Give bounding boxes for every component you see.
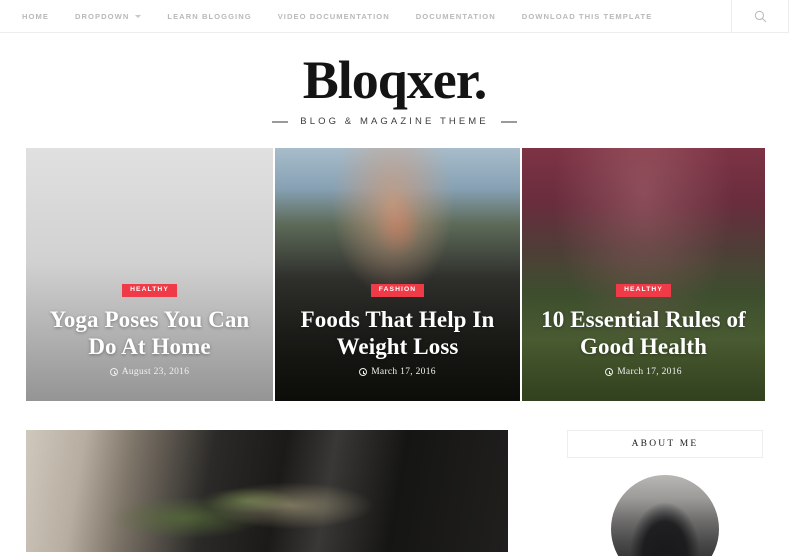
nav-item-home[interactable]: HOME xyxy=(22,12,62,21)
featured-card-meta: March 17, 2016 xyxy=(534,367,753,377)
clock-icon xyxy=(359,368,368,376)
main-menu: HOME DROPDOWN LEARN BLOGGING VIDEO DOCUM… xyxy=(22,12,665,21)
nav-item-video-documentation[interactable]: VIDEO DOCUMENTATION xyxy=(265,12,403,21)
nav-item-label: HOME xyxy=(22,11,49,21)
nav-item-label: LEARN BLOGGING xyxy=(167,11,252,21)
post-featured-image[interactable] xyxy=(26,430,508,552)
featured-card-content: HEALTHY Yoga Poses You Can Do At Home Au… xyxy=(26,278,273,377)
nav-item-documentation[interactable]: DOCUMENTATION xyxy=(403,12,509,21)
nav-item-download-this-template[interactable]: DOWNLOAD THIS TEMPLATE xyxy=(509,12,666,21)
tagline-dash-right-icon xyxy=(500,120,517,123)
category-badge[interactable]: HEALTHY xyxy=(616,283,671,297)
site-tagline-row: BLOG & MAGAZINE THEME xyxy=(0,116,789,127)
clock-icon xyxy=(109,368,118,376)
chevron-down-icon xyxy=(135,15,142,18)
category-badge[interactable]: HEALTHY xyxy=(122,283,177,297)
featured-card[interactable]: HEALTHY 10 Essential Rules of Good Healt… xyxy=(522,148,765,401)
featured-card-title[interactable]: Foods That Help In Weight Loss xyxy=(287,306,508,360)
featured-card-content: FASHION Foods That Help In Weight Loss M… xyxy=(275,278,520,377)
about-me-widget-title: ABOUT ME xyxy=(631,439,699,449)
nav-right-area xyxy=(731,0,789,33)
featured-card-date: March 17, 2016 xyxy=(371,367,436,377)
about-me-widget-header: ABOUT ME xyxy=(567,430,763,458)
featured-card-date: March 17, 2016 xyxy=(617,367,682,377)
search-button[interactable] xyxy=(732,0,788,33)
nav-item-learn-blogging[interactable]: LEARN BLOGGING xyxy=(154,12,264,21)
featured-card-title[interactable]: Yoga Poses You Can Do At Home xyxy=(38,306,261,360)
clock-icon xyxy=(605,368,614,376)
featured-card-content: HEALTHY 10 Essential Rules of Good Healt… xyxy=(522,278,765,377)
featured-card-title[interactable]: 10 Essential Rules of Good Health xyxy=(534,306,753,360)
featured-card[interactable]: FASHION Foods That Help In Weight Loss M… xyxy=(275,148,520,401)
featured-card[interactable]: HEALTHY Yoga Poses You Can Do At Home Au… xyxy=(26,148,273,401)
tagline-dash-left-icon xyxy=(272,120,289,123)
post-list-column xyxy=(26,430,508,556)
category-badge[interactable]: FASHION xyxy=(370,283,425,297)
featured-card-meta: March 17, 2016 xyxy=(287,367,508,377)
about-me-avatar-wrap xyxy=(567,475,763,556)
avatar xyxy=(611,475,719,556)
content-area: ABOUT ME xyxy=(0,430,789,556)
featured-card-meta: August 23, 2016 xyxy=(38,367,261,377)
nav-item-label: VIDEO DOCUMENTATION xyxy=(277,11,390,21)
site-branding: Bloqxer. BLOG & MAGAZINE THEME xyxy=(0,33,789,127)
featured-posts-slider: HEALTHY Yoga Poses You Can Do At Home Au… xyxy=(0,148,789,401)
top-navigation-bar: HOME DROPDOWN LEARN BLOGGING VIDEO DOCUM… xyxy=(0,0,789,33)
site-logo-title[interactable]: Bloqxer. xyxy=(0,53,789,107)
nav-item-label: DOWNLOAD THIS TEMPLATE xyxy=(521,11,653,21)
sidebar-column: ABOUT ME xyxy=(508,430,763,556)
featured-card-date: August 23, 2016 xyxy=(121,367,190,377)
nav-item-label: DROPDOWN xyxy=(74,11,130,21)
nav-item-label: DOCUMENTATION xyxy=(415,11,496,21)
search-icon xyxy=(754,10,766,22)
nav-item-dropdown[interactable]: DROPDOWN xyxy=(62,12,154,21)
site-tagline: BLOG & MAGAZINE THEME xyxy=(300,116,489,127)
